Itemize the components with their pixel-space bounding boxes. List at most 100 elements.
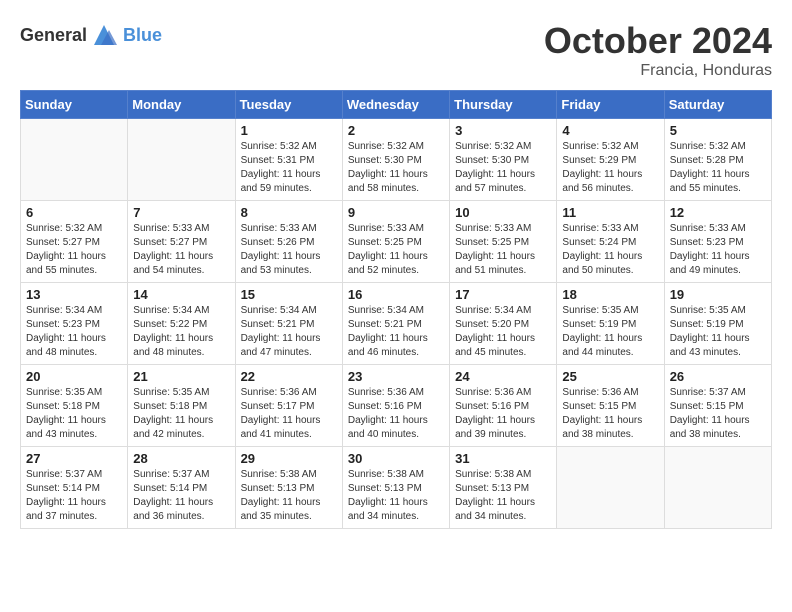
day-number: 2 [348, 123, 444, 138]
title-block: October 2024 Francia, Honduras [544, 20, 772, 80]
day-detail: Sunrise: 5:32 AMSunset: 5:27 PMDaylight:… [26, 222, 122, 278]
day-detail: Sunrise: 5:32 AMSunset: 5:31 PMDaylight:… [241, 140, 337, 196]
day-number: 28 [133, 451, 229, 466]
week-row: 6 Sunrise: 5:32 AMSunset: 5:27 PMDaylight… [21, 201, 772, 283]
day-number: 5 [670, 123, 766, 138]
logo-general: General [20, 25, 87, 46]
week-row: 20 Sunrise: 5:35 AMSunset: 5:18 PMDayligh… [21, 365, 772, 447]
day-number: 21 [133, 369, 229, 384]
calendar-cell: 23 Sunrise: 5:36 AMSunset: 5:16 PMDayligh… [342, 365, 449, 447]
day-detail: Sunrise: 5:33 AMSunset: 5:27 PMDaylight:… [133, 222, 229, 278]
weekday-header: Wednesday [342, 91, 449, 119]
weekday-header: Sunday [21, 91, 128, 119]
day-detail: Sunrise: 5:37 AMSunset: 5:15 PMDaylight:… [670, 386, 766, 442]
day-detail: Sunrise: 5:37 AMSunset: 5:14 PMDaylight:… [133, 468, 229, 524]
day-number: 9 [348, 205, 444, 220]
calendar-cell [664, 447, 771, 529]
calendar-cell: 19 Sunrise: 5:35 AMSunset: 5:19 PMDayligh… [664, 283, 771, 365]
day-number: 14 [133, 287, 229, 302]
weekday-header: Saturday [664, 91, 771, 119]
day-detail: Sunrise: 5:32 AMSunset: 5:28 PMDaylight:… [670, 140, 766, 196]
calendar-cell: 22 Sunrise: 5:36 AMSunset: 5:17 PMDayligh… [235, 365, 342, 447]
calendar-cell: 6 Sunrise: 5:32 AMSunset: 5:27 PMDaylight… [21, 201, 128, 283]
calendar-cell: 31 Sunrise: 5:38 AMSunset: 5:13 PMDayligh… [450, 447, 557, 529]
day-number: 7 [133, 205, 229, 220]
calendar-cell: 11 Sunrise: 5:33 AMSunset: 5:24 PMDayligh… [557, 201, 664, 283]
day-detail: Sunrise: 5:33 AMSunset: 5:23 PMDaylight:… [670, 222, 766, 278]
calendar-cell: 12Sunrise: 5:33 AMSunset: 5:23 PMDayligh… [664, 201, 771, 283]
calendar-cell: 10Sunrise: 5:33 AMSunset: 5:25 PMDayligh… [450, 201, 557, 283]
day-detail: Sunrise: 5:32 AMSunset: 5:29 PMDaylight:… [562, 140, 658, 196]
calendar-cell: 26Sunrise: 5:37 AMSunset: 5:15 PMDayligh… [664, 365, 771, 447]
day-detail: Sunrise: 5:38 AMSunset: 5:13 PMDaylight:… [241, 468, 337, 524]
calendar-cell: 16Sunrise: 5:34 AMSunset: 5:21 PMDayligh… [342, 283, 449, 365]
day-detail: Sunrise: 5:34 AMSunset: 5:23 PMDaylight:… [26, 304, 122, 360]
day-detail: Sunrise: 5:36 AMSunset: 5:16 PMDaylight:… [455, 386, 551, 442]
day-number: 10 [455, 205, 551, 220]
page-header: General Blue October 2024 Francia, Hondu… [20, 20, 772, 80]
day-number: 31 [455, 451, 551, 466]
day-number: 1 [241, 123, 337, 138]
weekday-header: Monday [128, 91, 235, 119]
day-detail: Sunrise: 5:34 AMSunset: 5:21 PMDaylight:… [241, 304, 337, 360]
day-detail: Sunrise: 5:35 AMSunset: 5:18 PMDaylight:… [133, 386, 229, 442]
calendar-cell: 28 Sunrise: 5:37 AMSunset: 5:14 PMDayligh… [128, 447, 235, 529]
day-detail: Sunrise: 5:35 AMSunset: 5:18 PMDaylight:… [26, 386, 122, 442]
weekday-header: Tuesday [235, 91, 342, 119]
calendar-cell: 2 Sunrise: 5:32 AMSunset: 5:30 PMDaylight… [342, 119, 449, 201]
calendar-cell: 13 Sunrise: 5:34 AMSunset: 5:23 PMDayligh… [21, 283, 128, 365]
day-number: 30 [348, 451, 444, 466]
day-number: 18 [562, 287, 658, 302]
day-detail: Sunrise: 5:36 AMSunset: 5:17 PMDaylight:… [241, 386, 337, 442]
calendar-cell: 21 Sunrise: 5:35 AMSunset: 5:18 PMDayligh… [128, 365, 235, 447]
day-number: 23 [348, 369, 444, 384]
day-number: 13 [26, 287, 122, 302]
day-number: 15 [241, 287, 337, 302]
calendar-cell: 4 Sunrise: 5:32 AMSunset: 5:29 PMDaylight… [557, 119, 664, 201]
calendar-cell: 20 Sunrise: 5:35 AMSunset: 5:18 PMDayligh… [21, 365, 128, 447]
day-detail: Sunrise: 5:34 AMSunset: 5:21 PMDaylight:… [348, 304, 444, 360]
weekday-header: Friday [557, 91, 664, 119]
day-detail: Sunrise: 5:33 AMSunset: 5:24 PMDaylight:… [562, 222, 658, 278]
calendar-cell: 7 Sunrise: 5:33 AMSunset: 5:27 PMDaylight… [128, 201, 235, 283]
day-number: 20 [26, 369, 122, 384]
calendar-cell: 14Sunrise: 5:34 AMSunset: 5:22 PMDayligh… [128, 283, 235, 365]
calendar-cell [557, 447, 664, 529]
day-detail: Sunrise: 5:36 AMSunset: 5:16 PMDaylight:… [348, 386, 444, 442]
day-number: 25 [562, 369, 658, 384]
day-number: 29 [241, 451, 337, 466]
day-detail: Sunrise: 5:37 AMSunset: 5:14 PMDaylight:… [26, 468, 122, 524]
day-detail: Sunrise: 5:34 AMSunset: 5:20 PMDaylight:… [455, 304, 551, 360]
calendar-cell: 1 Sunrise: 5:32 AMSunset: 5:31 PMDaylight… [235, 119, 342, 201]
day-number: 4 [562, 123, 658, 138]
logo-blue: Blue [123, 25, 162, 46]
day-number: 11 [562, 205, 658, 220]
weekday-header-row: SundayMondayTuesdayWednesdayThursdayFrid… [21, 91, 772, 119]
day-detail: Sunrise: 5:38 AMSunset: 5:13 PMDaylight:… [455, 468, 551, 524]
day-number: 27 [26, 451, 122, 466]
day-detail: Sunrise: 5:35 AMSunset: 5:19 PMDaylight:… [670, 304, 766, 360]
day-number: 8 [241, 205, 337, 220]
day-number: 6 [26, 205, 122, 220]
location-subtitle: Francia, Honduras [544, 62, 772, 80]
calendar-cell: 29 Sunrise: 5:38 AMSunset: 5:13 PMDayligh… [235, 447, 342, 529]
day-detail: Sunrise: 5:38 AMSunset: 5:13 PMDaylight:… [348, 468, 444, 524]
day-number: 19 [670, 287, 766, 302]
calendar-cell: 5 Sunrise: 5:32 AMSunset: 5:28 PMDaylight… [664, 119, 771, 201]
week-row: 1 Sunrise: 5:32 AMSunset: 5:31 PMDaylight… [21, 119, 772, 201]
month-title: October 2024 [544, 20, 772, 62]
day-number: 22 [241, 369, 337, 384]
day-number: 24 [455, 369, 551, 384]
calendar-cell [21, 119, 128, 201]
logo: General Blue [20, 20, 162, 50]
calendar-cell: 8Sunrise: 5:33 AMSunset: 5:26 PMDaylight… [235, 201, 342, 283]
calendar-cell [128, 119, 235, 201]
calendar-cell: 9 Sunrise: 5:33 AMSunset: 5:25 PMDaylight… [342, 201, 449, 283]
calendar-cell: 18 Sunrise: 5:35 AMSunset: 5:19 PMDayligh… [557, 283, 664, 365]
calendar-cell: 24 Sunrise: 5:36 AMSunset: 5:16 PMDayligh… [450, 365, 557, 447]
day-number: 17 [455, 287, 551, 302]
day-detail: Sunrise: 5:35 AMSunset: 5:19 PMDaylight:… [562, 304, 658, 360]
day-detail: Sunrise: 5:36 AMSunset: 5:15 PMDaylight:… [562, 386, 658, 442]
day-detail: Sunrise: 5:33 AMSunset: 5:25 PMDaylight:… [348, 222, 444, 278]
day-detail: Sunrise: 5:32 AMSunset: 5:30 PMDaylight:… [348, 140, 444, 196]
